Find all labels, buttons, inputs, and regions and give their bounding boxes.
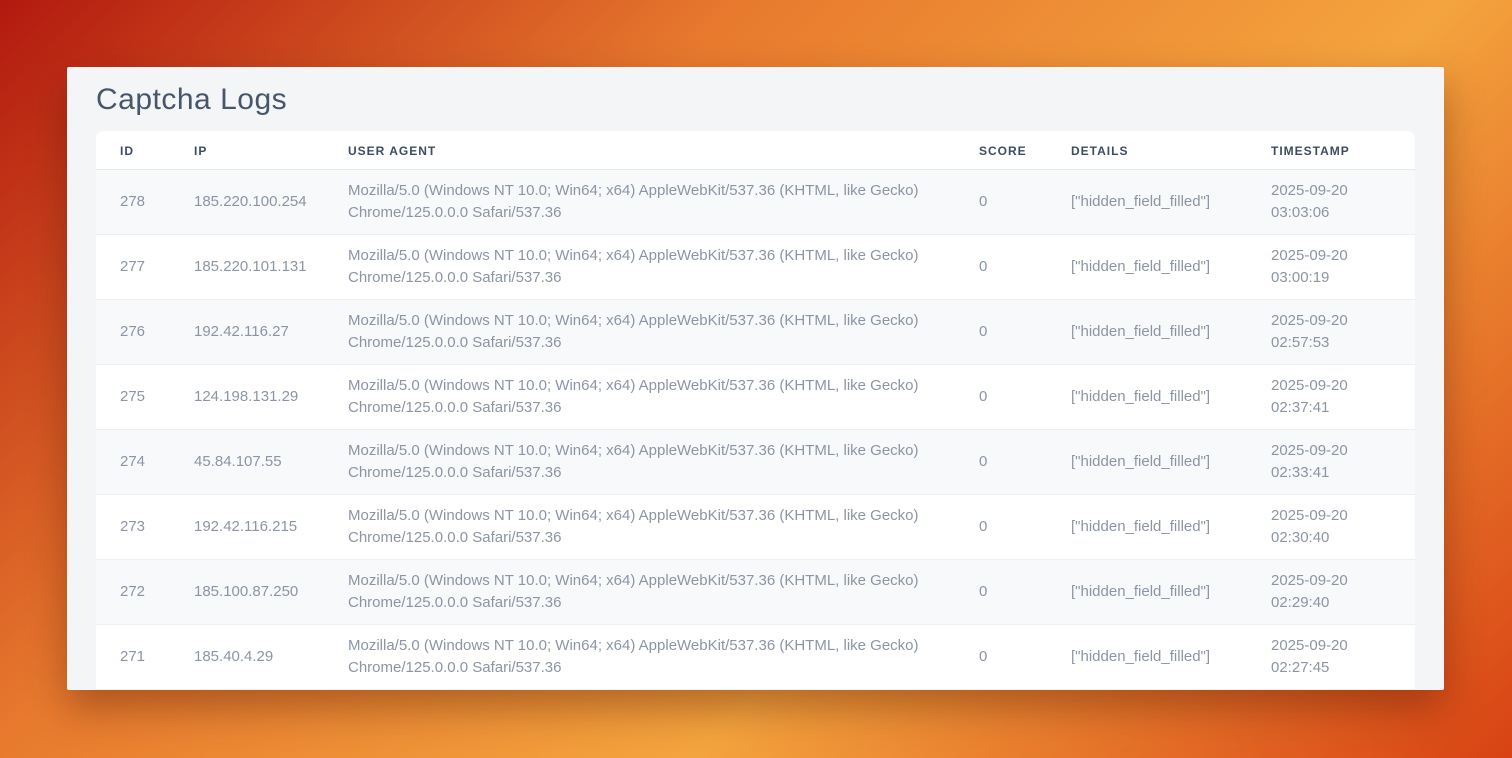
table-row: 272 185.100.87.250 Mozilla/5.0 (Windows … xyxy=(96,560,1415,625)
cell-score: 0 xyxy=(955,300,1047,365)
table-row: 273 192.42.116.215 Mozilla/5.0 (Windows … xyxy=(96,495,1415,560)
cell-user-agent: Mozilla/5.0 (Windows NT 10.0; Win64; x64… xyxy=(324,495,955,560)
cell-user-agent: Mozilla/5.0 (Windows NT 10.0; Win64; x64… xyxy=(324,625,955,690)
cell-timestamp: 2025-09-20 02:57:53 xyxy=(1247,300,1415,365)
cell-timestamp: 2025-09-20 03:00:19 xyxy=(1247,235,1415,300)
cell-user-agent: Mozilla/5.0 (Windows NT 10.0; Win64; x64… xyxy=(324,235,955,300)
cell-details: ["hidden_field_filled"] xyxy=(1047,560,1247,625)
table-row: 276 192.42.116.27 Mozilla/5.0 (Windows N… xyxy=(96,300,1415,365)
cell-timestamp: 2025-09-20 02:33:41 xyxy=(1247,430,1415,495)
cell-user-agent: Mozilla/5.0 (Windows NT 10.0; Win64; x64… xyxy=(324,170,955,235)
column-header-user-agent: USER AGENT xyxy=(324,131,955,170)
cell-timestamp: 2025-09-20 02:27:45 xyxy=(1247,625,1415,690)
cell-ip: 185.220.100.254 xyxy=(170,170,324,235)
cell-score: 0 xyxy=(955,365,1047,430)
cell-details: ["hidden_field_filled"] xyxy=(1047,300,1247,365)
captcha-logs-table-container: ID IP USER AGENT SCORE DETAILS TIMESTAMP… xyxy=(96,131,1415,690)
cell-user-agent: Mozilla/5.0 (Windows NT 10.0; Win64; x64… xyxy=(324,430,955,495)
cell-ip: 185.40.4.29 xyxy=(170,625,324,690)
column-header-id: ID xyxy=(96,131,170,170)
cell-timestamp: 2025-09-20 02:30:40 xyxy=(1247,495,1415,560)
cell-score: 0 xyxy=(955,560,1047,625)
cell-timestamp: 2025-09-20 02:37:41 xyxy=(1247,365,1415,430)
captcha-logs-card: Captcha Logs ID IP USER AGENT SCORE DETA… xyxy=(67,67,1444,690)
cell-timestamp: 2025-09-20 02:29:40 xyxy=(1247,560,1415,625)
cell-id: 278 xyxy=(96,170,170,235)
cell-details: ["hidden_field_filled"] xyxy=(1047,235,1247,300)
cell-details: ["hidden_field_filled"] xyxy=(1047,625,1247,690)
table-header-row: ID IP USER AGENT SCORE DETAILS TIMESTAMP xyxy=(96,131,1415,170)
column-header-ip: IP xyxy=(170,131,324,170)
page-background: { "page": { "title": "Captcha Logs" }, "… xyxy=(0,0,1512,758)
cell-user-agent: Mozilla/5.0 (Windows NT 10.0; Win64; x64… xyxy=(324,365,955,430)
column-header-timestamp: TIMESTAMP xyxy=(1247,131,1415,170)
cell-ip: 185.100.87.250 xyxy=(170,560,324,625)
table-row: 275 124.198.131.29 Mozilla/5.0 (Windows … xyxy=(96,365,1415,430)
cell-score: 0 xyxy=(955,170,1047,235)
cell-id: 277 xyxy=(96,235,170,300)
cell-user-agent: Mozilla/5.0 (Windows NT 10.0; Win64; x64… xyxy=(324,300,955,365)
column-header-score: SCORE xyxy=(955,131,1047,170)
cell-score: 0 xyxy=(955,430,1047,495)
table-row: 271 185.40.4.29 Mozilla/5.0 (Windows NT … xyxy=(96,625,1415,690)
cell-id: 274 xyxy=(96,430,170,495)
cell-score: 0 xyxy=(955,235,1047,300)
cell-id: 273 xyxy=(96,495,170,560)
table-row: 278 185.220.100.254 Mozilla/5.0 (Windows… xyxy=(96,170,1415,235)
cell-id: 275 xyxy=(96,365,170,430)
cell-score: 0 xyxy=(955,495,1047,560)
table-row: 274 45.84.107.55 Mozilla/5.0 (Windows NT… xyxy=(96,430,1415,495)
cell-id: 276 xyxy=(96,300,170,365)
cell-ip: 192.42.116.27 xyxy=(170,300,324,365)
cell-score: 0 xyxy=(955,625,1047,690)
cell-ip: 124.198.131.29 xyxy=(170,365,324,430)
page-title: Captcha Logs xyxy=(67,67,1444,131)
cell-user-agent: Mozilla/5.0 (Windows NT 10.0; Win64; x64… xyxy=(324,560,955,625)
cell-details: ["hidden_field_filled"] xyxy=(1047,365,1247,430)
cell-ip: 185.220.101.131 xyxy=(170,235,324,300)
cell-ip: 45.84.107.55 xyxy=(170,430,324,495)
cell-details: ["hidden_field_filled"] xyxy=(1047,430,1247,495)
cell-timestamp: 2025-09-20 03:03:06 xyxy=(1247,170,1415,235)
column-header-details: DETAILS xyxy=(1047,131,1247,170)
cell-ip: 192.42.116.215 xyxy=(170,495,324,560)
cell-id: 272 xyxy=(96,560,170,625)
cell-id: 271 xyxy=(96,625,170,690)
cell-details: ["hidden_field_filled"] xyxy=(1047,495,1247,560)
cell-details: ["hidden_field_filled"] xyxy=(1047,170,1247,235)
captcha-logs-table: ID IP USER AGENT SCORE DETAILS TIMESTAMP… xyxy=(96,131,1415,690)
table-row: 277 185.220.101.131 Mozilla/5.0 (Windows… xyxy=(96,235,1415,300)
